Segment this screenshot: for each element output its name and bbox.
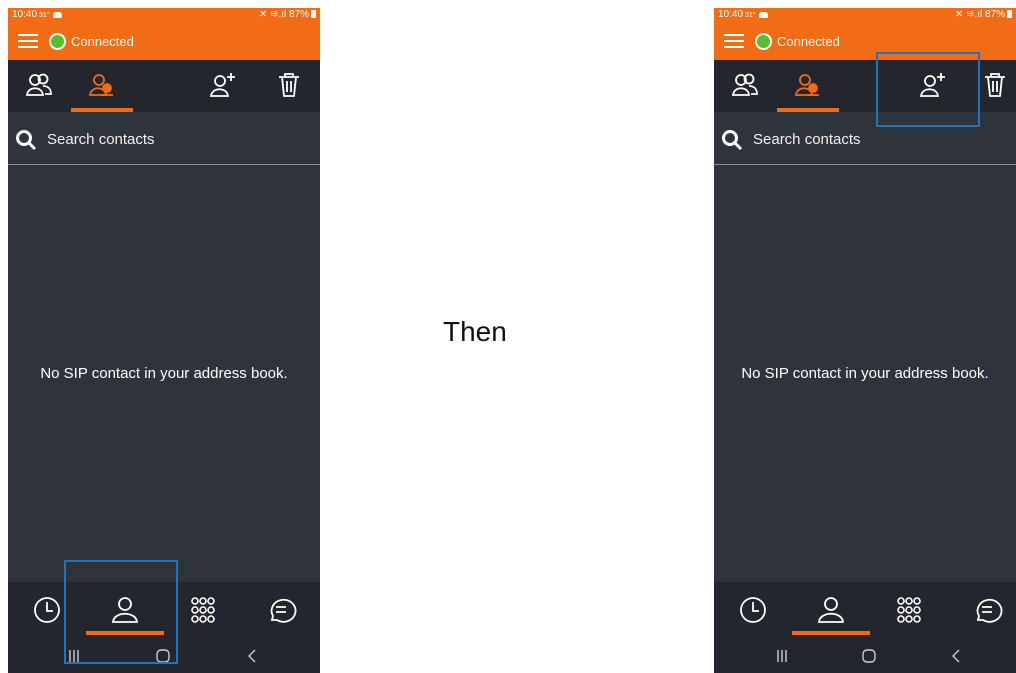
trash-icon[interactable] — [274, 70, 304, 100]
connection-status-icon — [755, 33, 772, 50]
history-icon[interactable] — [30, 593, 64, 627]
add-contact-icon[interactable] — [208, 70, 238, 100]
home-icon[interactable] — [859, 646, 879, 666]
battery-level: 87% — [984, 9, 1005, 20]
notification-icon — [758, 12, 768, 18]
status-bar: 10:40 31° ✕ ≋.ıl 87% — [714, 8, 1016, 22]
battery-level: 87% — [288, 9, 309, 20]
signal-icon: ✕ ≋.ıl — [954, 9, 985, 20]
battery-icon — [1007, 10, 1012, 18]
status-time: 10:40 — [718, 9, 744, 20]
connection-status-text: Connected — [777, 34, 840, 49]
history-icon[interactable] — [736, 593, 770, 627]
search-icon — [16, 130, 37, 151]
contacts-icon[interactable] — [814, 593, 848, 627]
search-bar[interactable]: Search contacts — [8, 112, 320, 165]
sip-contacts-icon[interactable] — [792, 70, 822, 100]
empty-state-message: No SIP contact in your address book. — [40, 365, 288, 382]
search-icon — [722, 130, 743, 151]
status-bar: 10:40 31° ✕ ≋.ıl 87% — [8, 8, 320, 22]
signal-icon: ✕ ≋.ıl — [258, 9, 289, 20]
chat-icon[interactable] — [264, 593, 298, 627]
system-navigation-bar — [714, 638, 1016, 673]
back-icon[interactable] — [946, 646, 966, 666]
connection-status-icon — [49, 33, 66, 50]
dialpad-icon[interactable] — [892, 593, 926, 627]
contacts-icon[interactable] — [730, 70, 760, 100]
menu-icon[interactable] — [18, 34, 38, 48]
trash-icon[interactable] — [980, 70, 1010, 100]
highlight-add-contact-button — [876, 52, 980, 127]
bottom-navigation — [714, 582, 1016, 638]
status-temp: 31° — [39, 12, 50, 19]
search-input[interactable]: Search contacts — [753, 131, 861, 148]
step-separator-label: Then — [443, 316, 507, 347]
search-input[interactable]: Search contacts — [47, 131, 155, 148]
phone-screen-after: 10:40 31° ✕ ≋.ıl 87% Connected Search con… — [714, 8, 1016, 673]
menu-icon[interactable] — [724, 34, 744, 48]
nav-active-indicator — [792, 631, 870, 635]
app-header: Connected — [8, 22, 320, 60]
back-icon[interactable] — [242, 646, 262, 666]
sip-contacts-icon[interactable] — [86, 70, 116, 100]
contacts-icon[interactable] — [24, 70, 54, 100]
status-temp: 31° — [745, 12, 756, 19]
recent-apps-icon[interactable] — [772, 646, 792, 666]
empty-state-message: No SIP contact in your address book. — [741, 365, 989, 382]
status-time: 10:40 — [12, 9, 38, 20]
connection-status-text: Connected — [71, 34, 134, 49]
battery-icon — [311, 10, 316, 18]
chat-icon[interactable] — [970, 593, 1004, 627]
phone-screen-before: 10:40 31° ✕ ≋.ıl 87% Connected Search con… — [8, 8, 320, 673]
notification-icon — [52, 12, 62, 18]
highlight-contacts-nav-button — [64, 560, 178, 664]
dialpad-icon[interactable] — [186, 593, 220, 627]
contacts-tabbar — [8, 60, 320, 112]
